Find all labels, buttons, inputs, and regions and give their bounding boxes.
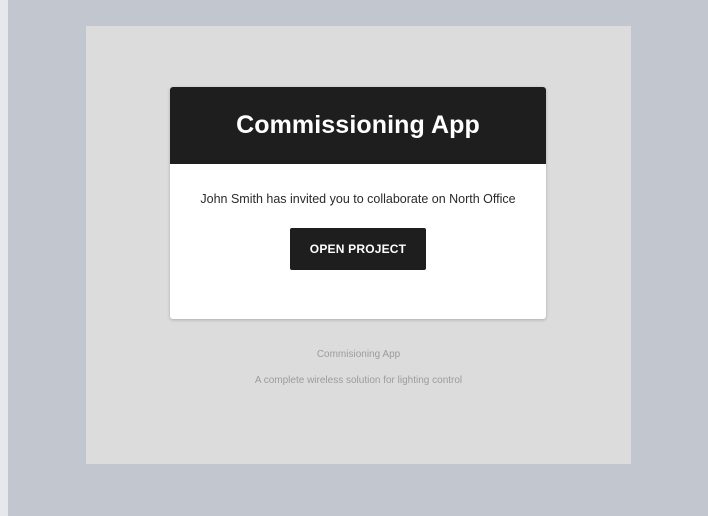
email-footer: Commisioning App A complete wireless sol… (86, 348, 631, 388)
footer-tagline: A complete wireless solution for lightin… (254, 375, 463, 386)
header-title: Commissioning App (236, 111, 480, 139)
email-frame: Commissioning App John Smith has invited… (86, 26, 631, 464)
left-edge-strip (0, 0, 8, 516)
open-project-button[interactable]: OPEN PROJECT (290, 228, 426, 270)
card-header: Commissioning App (170, 87, 546, 164)
invite-message: John Smith has invited you to collaborat… (200, 192, 516, 206)
invitation-card: Commissioning App John Smith has invited… (170, 87, 546, 319)
page-background: Commissioning App John Smith has invited… (0, 0, 708, 516)
card-body: John Smith has invited you to collaborat… (170, 164, 546, 270)
footer-app-name: Commisioning App (316, 349, 401, 360)
